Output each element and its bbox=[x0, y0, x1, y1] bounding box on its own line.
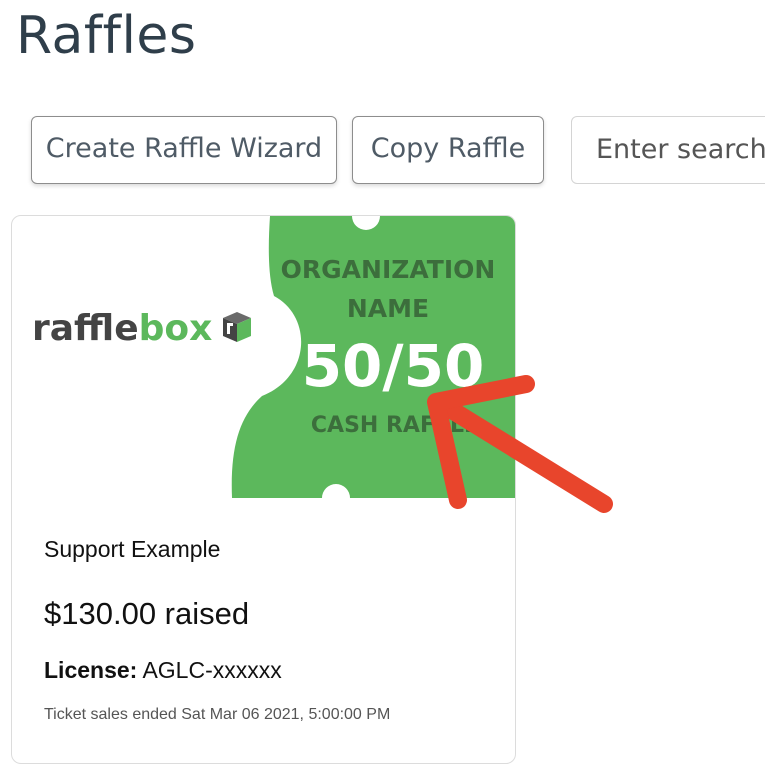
amount-raised: $130.00 raised bbox=[44, 596, 250, 631]
logo-text-dark: raffle bbox=[32, 308, 139, 349]
page-title: Raffles bbox=[16, 6, 197, 66]
logo-text-green: box bbox=[139, 308, 213, 349]
search-input[interactable]: Enter search bbox=[571, 116, 765, 184]
logo-text: rafflebox bbox=[32, 308, 212, 349]
license-label: License: bbox=[44, 657, 138, 683]
rafflebox-cube-icon bbox=[223, 312, 251, 342]
ticket-name-line: NAME bbox=[347, 294, 429, 323]
copy-raffle-button[interactable]: Copy Raffle bbox=[352, 116, 544, 184]
license-value: AGLC-xxxxxx bbox=[142, 657, 282, 683]
license-info: License: AGLC-xxxxxx bbox=[44, 657, 282, 684]
ticket-sales-status: Ticket sales ended Sat Mar 06 2021, 5:00… bbox=[44, 706, 391, 723]
create-raffle-wizard-button[interactable]: Create Raffle Wizard bbox=[31, 116, 337, 184]
red-arrow-annotation bbox=[427, 375, 613, 513]
ticket-org-line: ORGANIZATION bbox=[281, 255, 496, 284]
raffle-name: Support Example bbox=[44, 536, 221, 562]
